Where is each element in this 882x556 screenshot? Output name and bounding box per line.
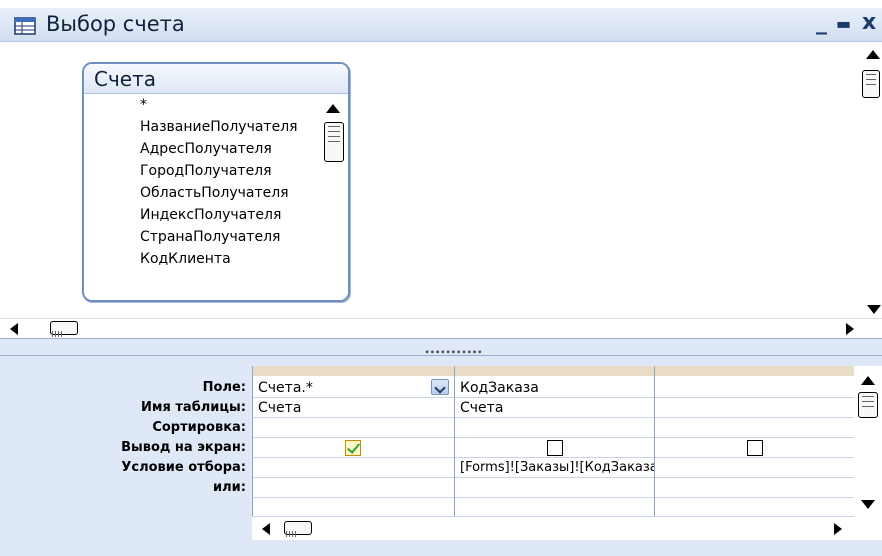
scroll-left-icon[interactable] bbox=[10, 323, 18, 335]
field-list-item[interactable]: СтранаПолучателя bbox=[84, 226, 316, 248]
field-list-item[interactable]: ОбластьПолучателя bbox=[84, 182, 316, 204]
table-area-horizontal-scrollbar[interactable] bbox=[0, 305, 882, 338]
row-label-table: Имя таблицы: bbox=[141, 400, 246, 415]
grid-column-3 bbox=[655, 376, 855, 516]
window-title: Выбор счета bbox=[46, 12, 185, 36]
scroll-down-icon[interactable] bbox=[867, 305, 881, 314]
field-list-title[interactable]: Счета bbox=[84, 64, 348, 94]
field-list-table[interactable]: Счета * НазваниеПолучателя АдресПолучате… bbox=[82, 62, 350, 302]
grid-column-1: Счета.* Счета bbox=[253, 376, 455, 516]
or-cell[interactable] bbox=[253, 478, 454, 498]
scroll-up-icon[interactable] bbox=[861, 376, 875, 385]
show-checkbox[interactable] bbox=[345, 440, 361, 456]
criteria-cell[interactable] bbox=[253, 458, 454, 478]
table-cell[interactable]: Счета bbox=[253, 398, 454, 418]
scroll-thumb[interactable] bbox=[284, 521, 312, 537]
pane-splitter[interactable]: ∙∙∙∙∙∙∙∙∙∙∙ bbox=[0, 338, 882, 358]
sort-cell[interactable] bbox=[455, 418, 654, 438]
scroll-thumb[interactable] bbox=[858, 392, 878, 418]
grid-horizontal-scrollbar[interactable] bbox=[252, 516, 854, 540]
field-list: * НазваниеПолучателя АдресПолучателя Гор… bbox=[84, 94, 316, 270]
criteria-cell[interactable]: [Forms]![Заказы]![КодЗаказа] bbox=[455, 458, 654, 478]
minimize-button[interactable]: _ bbox=[816, 10, 827, 35]
column-selector[interactable] bbox=[655, 366, 855, 376]
scroll-thumb[interactable] bbox=[50, 321, 78, 337]
or-cell[interactable] bbox=[655, 478, 855, 498]
row-label-or: или: bbox=[213, 480, 246, 495]
title-bar: Выбор счета _ ▬ x bbox=[0, 8, 882, 42]
field-list-item[interactable]: НазваниеПолучателя bbox=[84, 116, 316, 138]
grid-vertical-scrollbar[interactable] bbox=[854, 366, 882, 540]
scroll-right-icon[interactable] bbox=[834, 523, 842, 535]
field-list-item[interactable]: АдресПолучателя bbox=[84, 138, 316, 160]
row-label-criteria: Условие отбора: bbox=[121, 460, 246, 475]
table-cell[interactable]: Счета bbox=[455, 398, 654, 418]
sort-cell[interactable] bbox=[655, 418, 855, 438]
table-cell[interactable] bbox=[655, 398, 855, 418]
scroll-up-icon[interactable] bbox=[866, 50, 880, 59]
chevron-down-icon[interactable] bbox=[431, 379, 449, 395]
table-area-vertical-scrollbar[interactable] bbox=[860, 42, 882, 302]
row-label-sort: Сортировка: bbox=[152, 420, 246, 435]
grid-row-labels: Поле: Имя таблицы: Сортировка: Вывод на … bbox=[0, 378, 252, 498]
show-checkbox[interactable] bbox=[747, 440, 763, 456]
criteria-cell[interactable] bbox=[655, 458, 855, 478]
field-list-item[interactable]: ИндексПолучателя bbox=[84, 204, 316, 226]
field-list-item[interactable]: * bbox=[84, 94, 316, 116]
or-cell[interactable] bbox=[455, 478, 654, 498]
field-list-item[interactable]: ГородПолучателя bbox=[84, 160, 316, 182]
field-list-scrollbar[interactable] bbox=[318, 94, 348, 300]
design-grid: Счета.* Счета КодЗаказа Счета [Forms]![З… bbox=[252, 366, 855, 516]
show-checkbox[interactable] bbox=[547, 440, 563, 456]
query-icon bbox=[14, 17, 36, 35]
sort-cell[interactable] bbox=[253, 418, 454, 438]
close-button[interactable]: x bbox=[862, 10, 876, 35]
column-selector[interactable] bbox=[455, 366, 655, 376]
scroll-right-icon[interactable] bbox=[846, 323, 854, 335]
maximize-button[interactable]: ▬ bbox=[836, 14, 851, 33]
row-label-field: Поле: bbox=[202, 380, 246, 395]
scroll-left-icon[interactable] bbox=[262, 523, 270, 535]
field-cell[interactable]: КодЗаказа bbox=[455, 378, 654, 398]
field-cell[interactable]: Счета.* bbox=[253, 378, 454, 398]
scroll-up-icon[interactable] bbox=[326, 104, 340, 113]
scroll-thumb[interactable] bbox=[862, 70, 880, 98]
column-selector[interactable] bbox=[253, 366, 455, 376]
scroll-down-icon[interactable] bbox=[861, 500, 875, 509]
field-list-item[interactable]: КодКлиента bbox=[84, 248, 316, 270]
field-cell[interactable] bbox=[655, 378, 855, 398]
scroll-thumb[interactable] bbox=[324, 122, 344, 162]
grid-column-2: КодЗаказа Счета [Forms]![Заказы]![КодЗак… bbox=[455, 376, 655, 516]
row-label-show: Вывод на экран: bbox=[121, 440, 246, 455]
